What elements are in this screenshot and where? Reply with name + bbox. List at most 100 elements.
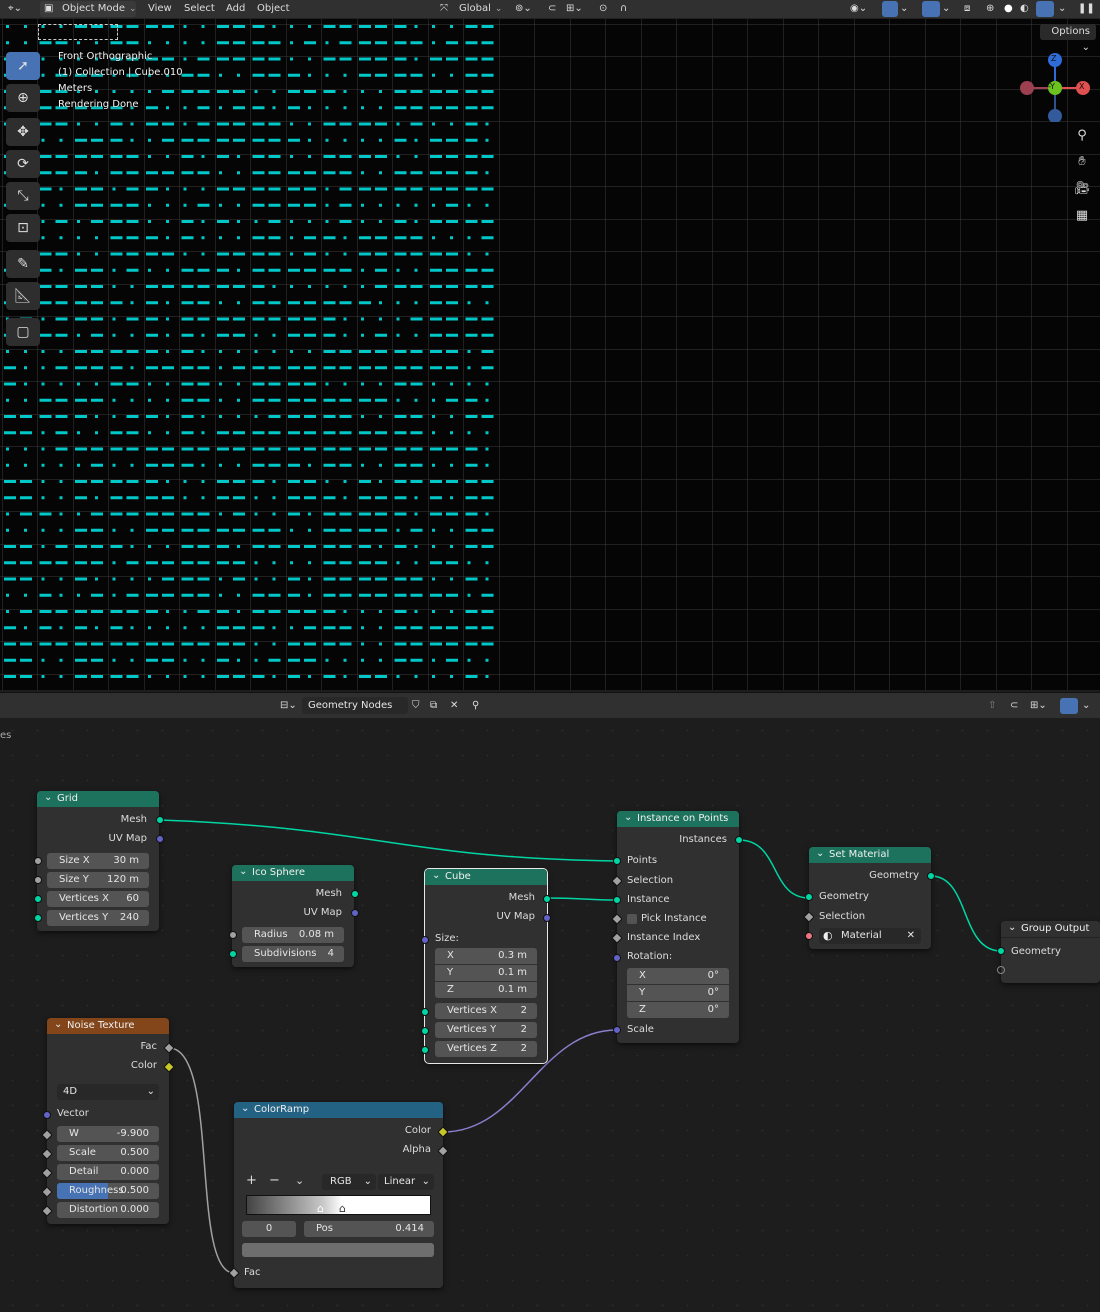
pin-icon[interactable]: ⚲ <box>472 699 479 713</box>
shading-wireframe-icon[interactable]: ⊕ <box>986 2 994 16</box>
node-noise-texture[interactable]: Noise Texture Fac Color 4D ⌄ Vector W -9.9… <box>47 1017 169 1224</box>
grid-size-y-field[interactable]: Size Y 120 m <box>47 872 149 888</box>
grid-verts-x-field[interactable]: Vertices X 60 <box>47 891 149 907</box>
noise-distortion-field[interactable]: Distortion 0.000 <box>57 1202 159 1218</box>
ramp-stop-color-swatch[interactable] <box>242 1243 434 1257</box>
camera-icon[interactable]: 🎥︎ <box>1071 181 1093 201</box>
node-output-title[interactable]: Group Output <box>1001 920 1100 938</box>
output-geometry-socket[interactable] <box>997 947 1005 955</box>
grid-verts-x-socket[interactable] <box>34 895 42 903</box>
cube-size-x-field[interactable]: X 0.3 m <box>435 948 537 964</box>
node-snap-icon[interactable]: ⊂ <box>1010 699 1018 713</box>
cube-size-z-field[interactable]: Z 0.1 m <box>435 982 537 998</box>
menu-object[interactable]: Object <box>257 2 290 16</box>
gizmo-dropdown-icon[interactable]: ⌄ <box>900 2 908 16</box>
tool-measure[interactable]: 📐︎ <box>6 282 40 310</box>
grid-size-y-socket[interactable] <box>34 876 42 884</box>
ramp-interp-dropdown[interactable]: Linear ⌄ <box>378 1174 434 1190</box>
grid-verts-y-field[interactable]: Vertices Y 240 <box>47 910 149 926</box>
noise-scale-field[interactable]: Scale 0.500 <box>57 1145 159 1161</box>
iop-rot-z-field[interactable]: Z 0° <box>627 1002 729 1018</box>
node-grid-title[interactable]: Grid <box>37 790 159 807</box>
node-ico-title[interactable]: Ico Sphere <box>232 864 354 881</box>
iop-instances-socket[interactable] <box>735 836 743 844</box>
unlink-icon[interactable]: ✕ <box>450 699 458 713</box>
ramp-stop-0-icon[interactable]: ⌂ <box>317 1202 324 1215</box>
setmat-material-socket[interactable] <box>805 932 813 940</box>
node-iop-title[interactable]: Instance on Points <box>617 810 739 827</box>
iop-rotation-socket[interactable] <box>613 954 621 962</box>
cube-size-socket[interactable] <box>421 936 429 944</box>
ico-radius-socket[interactable] <box>229 931 237 939</box>
ramp-index-field[interactable]: 0 <box>242 1221 296 1237</box>
remove-stop-icon[interactable]: − <box>269 1173 280 1188</box>
iop-rot-y-field[interactable]: Y 0° <box>627 985 729 1001</box>
shading-solid-icon[interactable]: ● <box>1004 2 1013 16</box>
setmat-geometry-socket[interactable] <box>805 893 813 901</box>
shading-rendered-icon[interactable] <box>1036 1 1054 17</box>
grid-verts-y-socket[interactable] <box>34 914 42 922</box>
shading-dropdown-icon[interactable]: ⌄ <box>1058 2 1066 16</box>
output-empty-socket[interactable] <box>997 966 1005 974</box>
tool-transform[interactable]: ⊡ <box>6 214 40 242</box>
tool-scale[interactable]: ⤡ <box>6 182 40 210</box>
tool-cursor[interactable]: ⊕ <box>6 84 40 112</box>
cube-verts-x-socket[interactable] <box>421 1008 429 1016</box>
cube-verts-z-field[interactable]: Vertices Z 2 <box>435 1041 537 1057</box>
grid-uv-socket[interactable] <box>156 835 164 843</box>
iop-instance-socket[interactable] <box>613 896 621 904</box>
ramp-pos-field[interactable]: Pos 0.414 <box>304 1221 434 1237</box>
tool-annotate[interactable]: ✎ <box>6 250 40 278</box>
tool-rotate[interactable]: ⟳ <box>6 150 40 178</box>
cube-mesh-socket[interactable] <box>543 895 551 903</box>
gizmo-neg-x-icon[interactable] <box>1020 81 1034 95</box>
fake-user-icon[interactable]: ⛉ <box>412 699 420 713</box>
tool-add-cube[interactable]: ▢ <box>6 318 40 346</box>
cube-verts-x-field[interactable]: Vertices X 2 <box>435 1003 537 1019</box>
editor-type-icon[interactable]: ⌖⌄ <box>8 2 22 16</box>
ramp-stop-1-icon[interactable]: ⌂ <box>339 1202 346 1215</box>
ico-uv-socket[interactable] <box>351 909 359 917</box>
zoom-icon[interactable]: ⚲ <box>1071 128 1093 148</box>
falloff-icon[interactable]: ∩ <box>620 2 627 16</box>
cube-verts-y-socket[interactable] <box>421 1027 429 1035</box>
tool-move[interactable]: ✥ <box>6 118 40 146</box>
cube-uv-socket[interactable] <box>543 914 551 922</box>
noise-roughness-field[interactable]: Roughness 0.500 <box>57 1183 159 1199</box>
cube-verts-z-socket[interactable] <box>421 1046 429 1054</box>
pan-hand-icon[interactable]: ✋︎ <box>1071 154 1093 174</box>
node-editor-canvas[interactable]: Grid Mesh UV Map Size X30 m Size Y120 m … <box>0 718 1100 1312</box>
options-dropdown[interactable]: Options ⌄ <box>1040 24 1096 53</box>
visibility-icon[interactable]: ◉⌄ <box>850 2 867 16</box>
gizmo-neg-z-icon[interactable] <box>1048 109 1062 122</box>
pause-icon[interactable]: ❚❚ <box>1078 2 1095 16</box>
setmat-out-socket[interactable] <box>927 872 935 880</box>
node-noise-title[interactable]: Noise Texture <box>47 1017 169 1034</box>
add-stop-icon[interactable]: + <box>246 1173 257 1188</box>
duplicate-icon[interactable]: ⧉ <box>430 699 437 713</box>
node-ico-sphere[interactable]: Ico Sphere Mesh UV Map Radius 0.08 m Subd… <box>232 864 354 967</box>
menu-select[interactable]: Select <box>184 2 215 16</box>
noise-dimensions-dropdown[interactable]: 4D ⌄ <box>57 1084 159 1100</box>
gizmo-toggle-icon[interactable] <box>882 1 898 17</box>
node-overlay-toggle-icon[interactable] <box>1060 698 1078 714</box>
menu-add[interactable]: Add <box>226 2 245 16</box>
node-overlay-dropdown-icon[interactable]: ⌄ <box>1082 699 1090 713</box>
orientation-dropdown[interactable]: Global <box>459 2 502 16</box>
node-instance-on-points[interactable]: Instance on Points Instances Points Sele… <box>617 810 739 1043</box>
node-snap-mode-icon[interactable]: ⊞⌄ <box>1030 699 1047 713</box>
ico-subdiv-socket[interactable] <box>229 950 237 958</box>
node-group-output[interactable]: Group Output Geometry <box>1001 920 1100 983</box>
overlay-dropdown-icon[interactable]: ⌄ <box>942 2 950 16</box>
iop-scale-socket[interactable] <box>613 1026 621 1034</box>
proportional-edit-icon[interactable]: ⊙ <box>599 2 607 16</box>
noise-w-field[interactable]: W -9.900 <box>57 1126 159 1142</box>
snap-icon[interactable]: ⊂ <box>548 2 556 16</box>
ico-mesh-socket[interactable] <box>351 890 359 898</box>
pivot-icon[interactable]: ⊚⌄ <box>515 2 532 16</box>
tool-select-box[interactable]: ➚ <box>6 52 40 80</box>
node-cube-title[interactable]: Cube <box>425 868 547 885</box>
overlay-toggle-icon[interactable] <box>922 1 940 17</box>
node-color-ramp[interactable]: ColorRamp Color Alpha + − ⌄ RGB ⌄ Linear ⌄… <box>234 1101 443 1288</box>
node-cube[interactable]: Cube Mesh UV Map Size: X 0.3 m Y 0.1 m Z 0.… <box>424 868 548 1064</box>
